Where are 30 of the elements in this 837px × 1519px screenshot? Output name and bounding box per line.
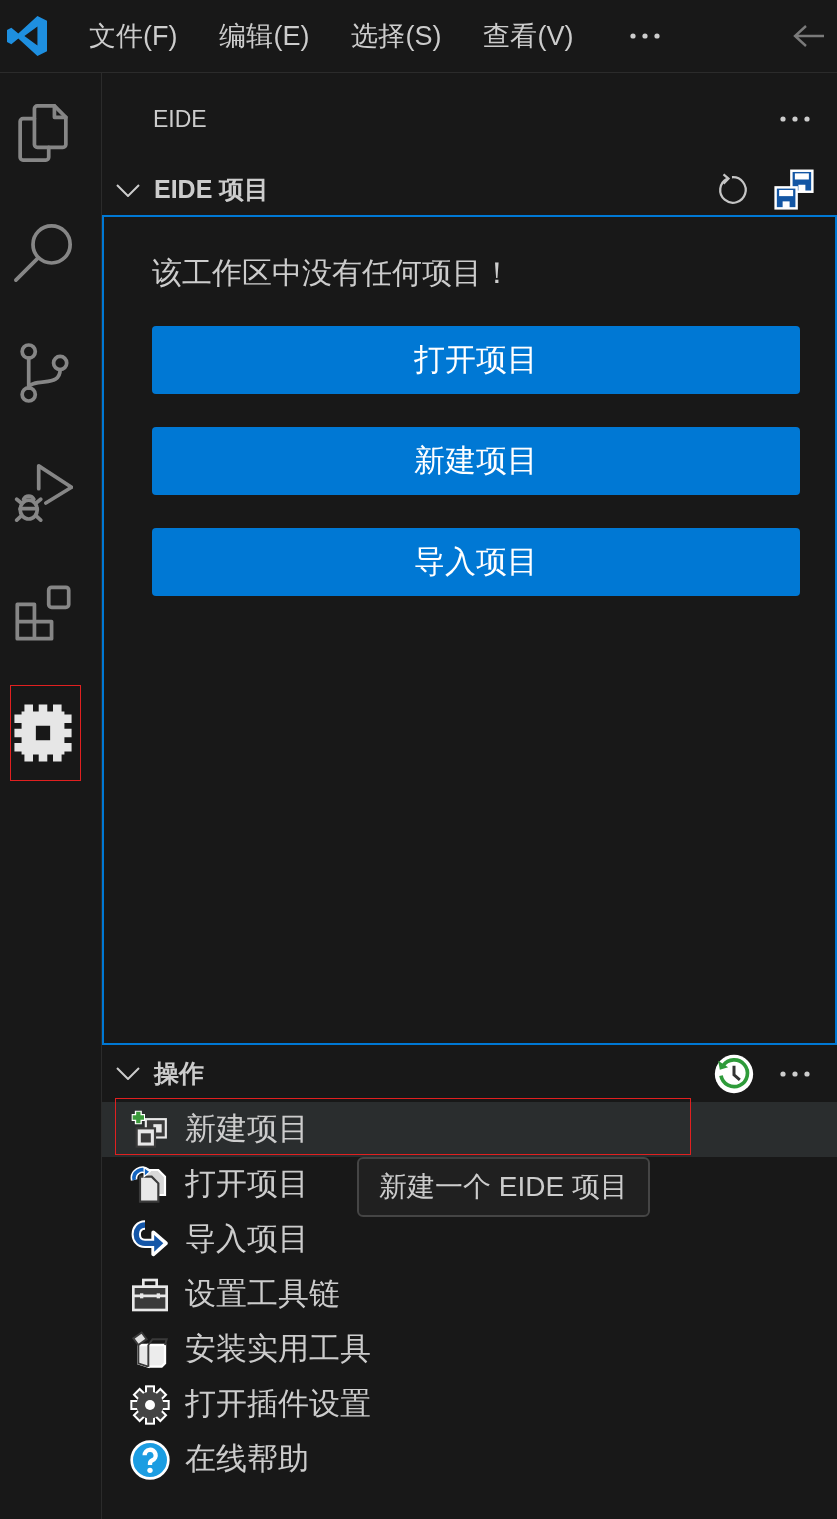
menu-item[interactable]: 文件(F) (69, 10, 198, 62)
section-title[interactable]: EIDE 项目 (154, 171, 270, 209)
action-list-item[interactable]: 新建项目 (102, 1102, 837, 1157)
more-icon[interactable] (630, 33, 661, 39)
search-icon[interactable] (13, 223, 73, 283)
more-icon[interactable] (780, 116, 810, 122)
sidebar-title: EIDE (153, 104, 207, 134)
menu-item[interactable]: 选择(S) (331, 10, 462, 62)
tooltip: 新建一个 EIDE 项目 (357, 1157, 650, 1217)
section-title[interactable]: 操作 (154, 1054, 204, 1093)
chip-icon[interactable] (13, 703, 73, 763)
primary-button[interactable]: 打开项目 (152, 326, 800, 394)
more-icon[interactable] (780, 1070, 810, 1077)
chevron-down-icon[interactable] (116, 183, 140, 197)
extensions-icon[interactable] (13, 583, 73, 643)
save-all-icon[interactable] (773, 169, 815, 211)
help-icon (130, 1439, 170, 1480)
history-icon[interactable] (714, 1053, 754, 1094)
box-icon (130, 1329, 170, 1370)
gear-icon (130, 1384, 170, 1425)
menu-item[interactable]: 查看(V) (463, 10, 594, 62)
primary-button[interactable]: 新建项目 (152, 427, 800, 495)
run-debug-icon[interactable] (13, 463, 73, 523)
menu-item[interactable]: 编辑(E) (199, 10, 330, 62)
back-arrow-icon[interactable] (793, 24, 825, 48)
primary-button[interactable]: 导入项目 (152, 528, 800, 596)
new-project-icon (130, 1109, 170, 1150)
chevron-down-icon[interactable] (116, 1067, 140, 1080)
app-logo-icon (7, 16, 47, 56)
empty-message: 该工作区中没有任何项目！ (152, 255, 512, 291)
